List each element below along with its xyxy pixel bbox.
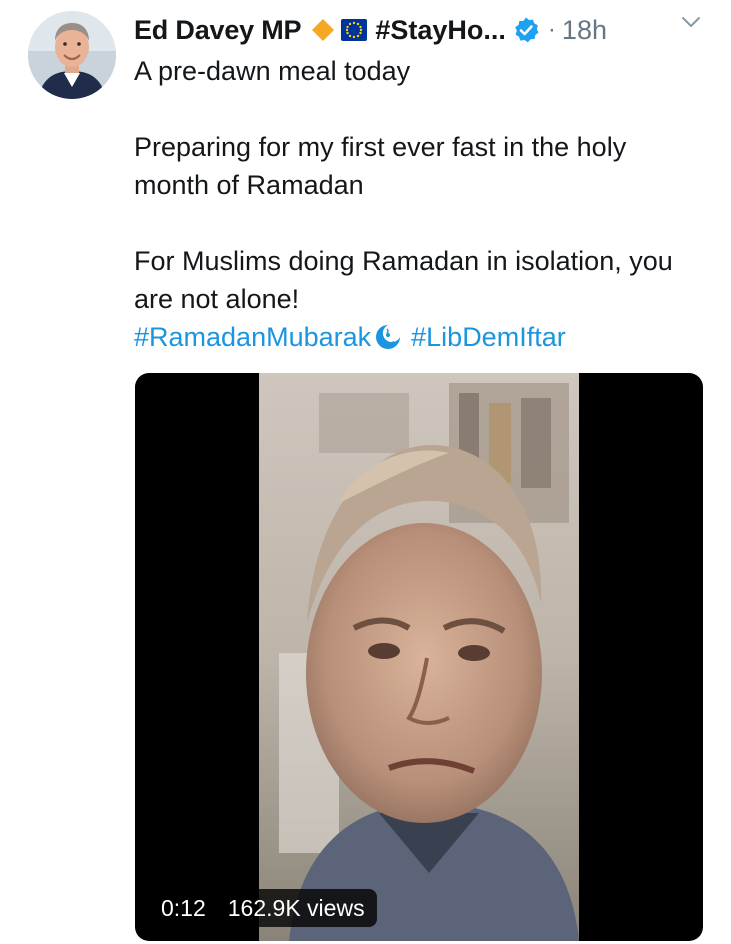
- tweet-text: A pre-dawn meal today Preparing for my f…: [134, 52, 704, 356]
- tweet-header: Ed Davey MP #StayHo... · 18h: [134, 10, 607, 50]
- video-thumbnail[interactable]: [259, 373, 579, 941]
- hashtag-libdem-iftar[interactable]: #LibDemIftar: [411, 318, 566, 356]
- video-view-count: 162.9K views: [227, 894, 365, 921]
- tweet-text-para2: Preparing for my first ever fast in the …: [134, 132, 627, 200]
- tweet-hashtags: #RamadanMubarak #LibDemIftar: [134, 318, 704, 356]
- eu-flag-icon: [341, 19, 368, 41]
- video-info-badge: 0:12 162.9K views: [149, 889, 377, 927]
- avatar-photo: [28, 11, 116, 99]
- hashtag-ramadan-mubarak[interactable]: #RamadanMubarak: [134, 318, 371, 356]
- tweet[interactable]: Ed Davey MP #StayHo... · 18h A pre-dawn …: [0, 0, 731, 944]
- video-player[interactable]: 0:12 162.9K views: [135, 373, 703, 941]
- tweet-timestamp[interactable]: 18h: [562, 15, 607, 46]
- verified-badge-icon: [512, 16, 540, 44]
- chevron-down-icon[interactable]: [680, 14, 702, 30]
- video-duration: 0:12: [161, 894, 206, 921]
- time-separator: ·: [547, 16, 556, 43]
- author-name[interactable]: Ed Davey MP: [134, 15, 302, 46]
- orange-diamond-icon: [311, 18, 335, 42]
- tweet-text-line1: A pre-dawn meal today: [134, 56, 411, 86]
- author-avatar[interactable]: [28, 11, 116, 99]
- tweet-text-para3: For Muslims doing Ramadan in isolation, …: [134, 246, 673, 314]
- display-name-hashtag: #StayHo...: [375, 14, 506, 45]
- ramadan-crescent-icon: [373, 322, 403, 352]
